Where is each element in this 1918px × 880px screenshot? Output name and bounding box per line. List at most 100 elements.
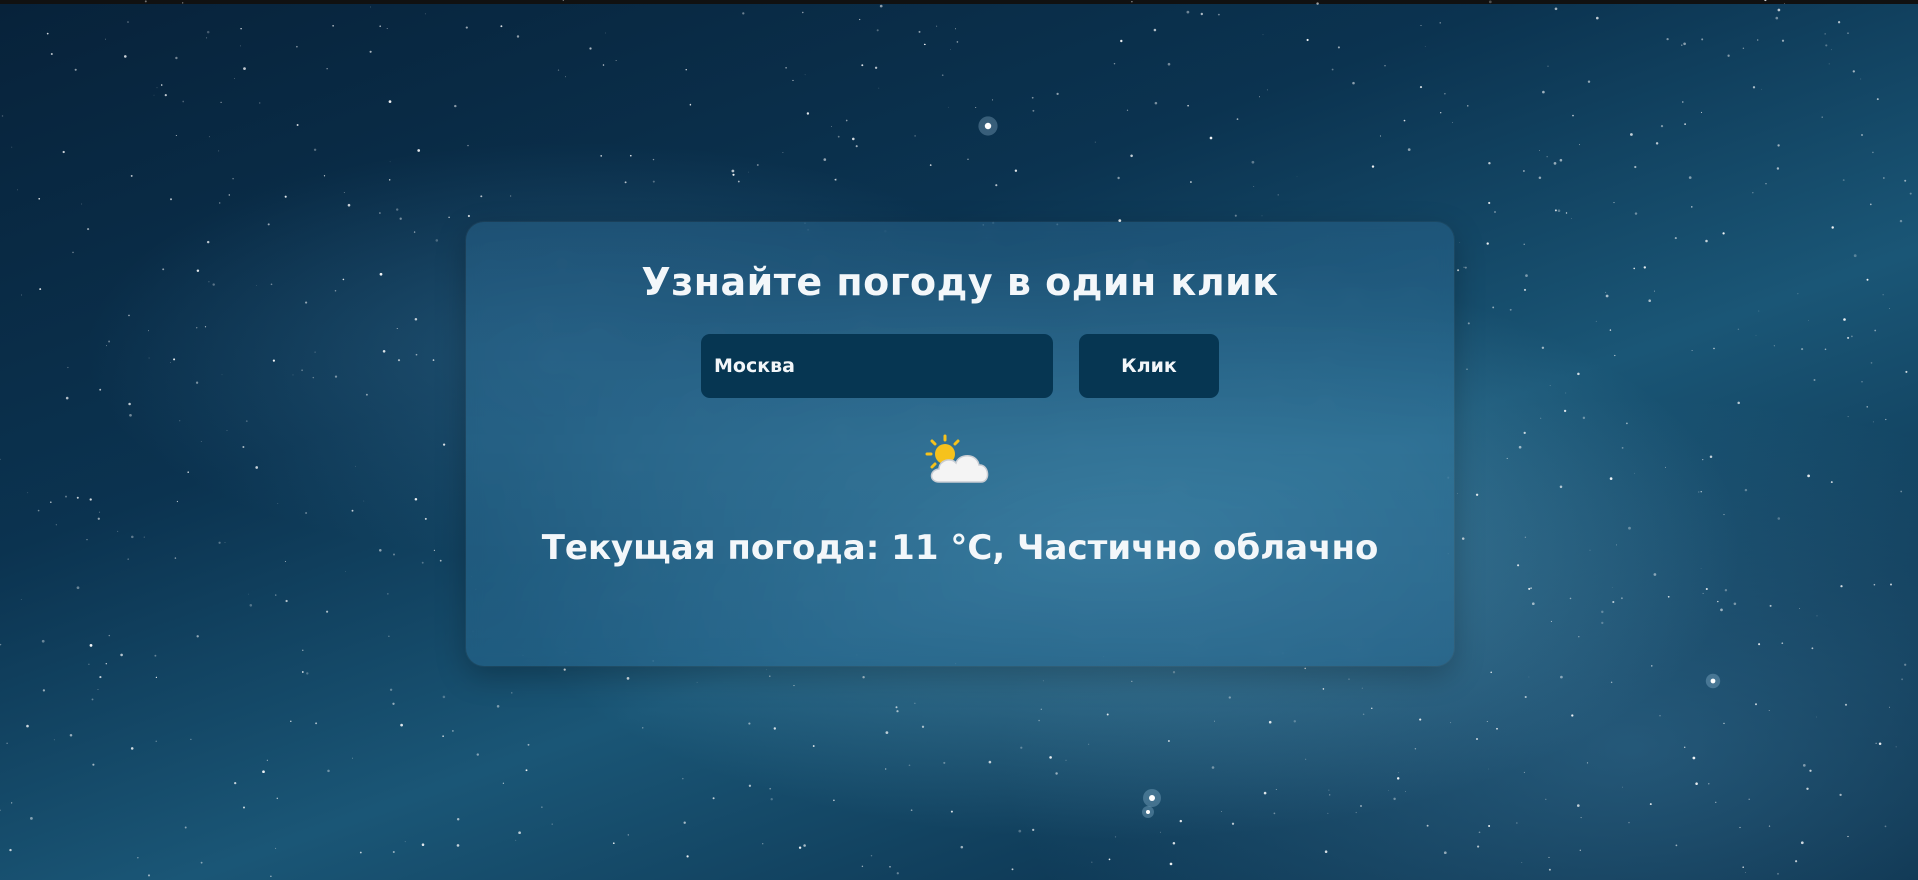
star [1816,716,1817,718]
star [1523,288,1527,291]
star [1853,254,1857,258]
star [1905,370,1908,373]
star [1253,186,1255,187]
star [351,509,354,512]
star [1538,176,1542,180]
star [967,158,969,160]
star [1847,32,1849,34]
star [845,119,848,122]
star [296,124,299,126]
star [1414,748,1417,750]
star [1236,118,1239,120]
star [1837,21,1841,24]
click-button[interactable]: Клик [1079,334,1219,398]
star [396,208,399,211]
star [1384,65,1386,67]
star [1231,822,1235,825]
star [1713,347,1715,350]
star [1486,242,1489,245]
star [20,599,22,601]
star [1539,150,1540,151]
star [1571,714,1574,717]
star [1601,621,1604,625]
star [1768,825,1771,827]
star [1523,243,1525,245]
star [527,743,530,746]
star [1463,266,1465,269]
star [988,760,992,764]
star [1800,841,1804,845]
star [686,855,689,858]
star [1172,671,1176,674]
star [242,806,246,809]
star [1569,597,1572,600]
star [1439,22,1441,24]
star [1362,713,1365,716]
star [334,375,338,378]
star [803,844,806,847]
star [1293,720,1297,723]
star [798,846,802,849]
star [1011,868,1014,871]
star [1869,203,1872,206]
star [37,509,40,512]
star [1355,811,1357,814]
star [748,722,751,725]
star [889,866,891,868]
star [1200,12,1203,16]
star [439,559,442,562]
star [941,74,944,77]
star [1904,663,1907,666]
star [1720,608,1723,612]
star [1705,587,1708,591]
star [1337,46,1340,49]
star [240,27,242,30]
star [831,126,833,128]
star [86,539,88,541]
star [452,730,454,732]
star [105,663,108,665]
star [234,781,237,785]
star [1724,589,1728,592]
star [1580,817,1582,819]
star [1882,294,1884,296]
star [1523,771,1525,773]
star [589,47,592,50]
star [1528,587,1531,590]
star [1159,831,1162,833]
star [433,549,436,552]
star [1587,80,1591,83]
star [232,177,234,180]
star [1901,678,1904,681]
star [243,67,246,70]
star [1839,793,1842,797]
star [1548,868,1551,871]
star [1488,768,1489,770]
star [1262,34,1264,36]
star [1799,607,1801,609]
star [0,809,1,811]
star [1379,135,1381,137]
star [792,79,794,81]
star [242,446,245,448]
star [347,203,351,207]
star [1651,665,1653,667]
star [1477,845,1480,848]
star [9,848,12,852]
star [1522,170,1525,172]
star [1813,379,1816,381]
star [1490,671,1492,674]
city-input[interactable] [701,334,1053,398]
star [1733,602,1737,606]
star [74,68,77,71]
star [1755,703,1757,706]
star [1895,746,1897,748]
star [220,101,222,104]
star [1328,789,1330,791]
star [1221,811,1222,812]
star [1065,759,1067,761]
star [879,4,883,8]
star [1557,209,1561,212]
star [1316,2,1319,5]
star [1228,696,1231,699]
